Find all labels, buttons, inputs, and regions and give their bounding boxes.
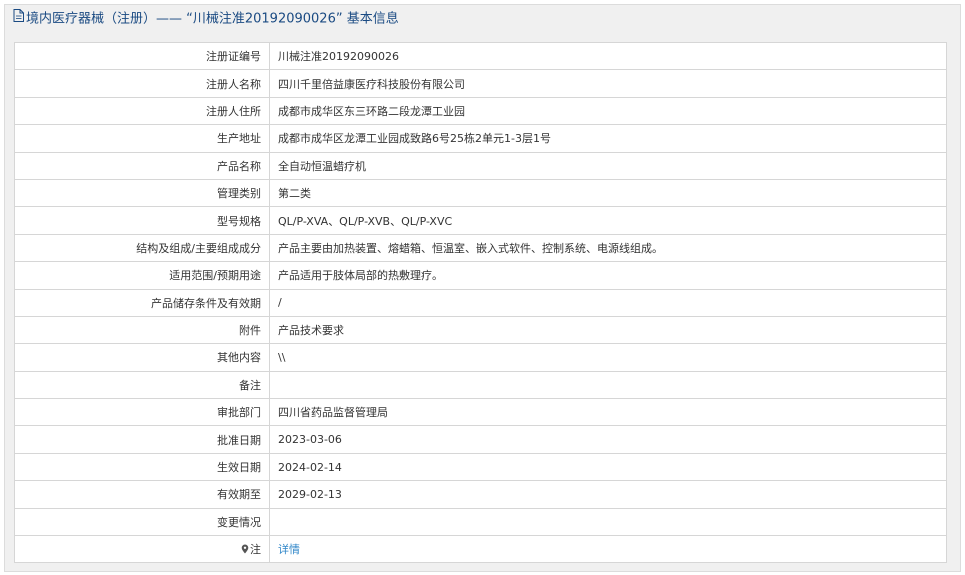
row-value: \\ [269,343,947,372]
row-label: 备注 [14,370,270,400]
row-label: 注册人名称 [14,69,270,98]
row-value: 2024-02-14 [269,452,947,482]
row-value: 成都市成华区东三环路二段龙潭工业园 [269,96,947,126]
detail-table: 注册证编号 川械注准20192090026 注册人名称 四川千里倍益康医疗科技股份有限… [14,41,947,564]
row-value: 第二类 [269,178,947,208]
row-label: 适用范围/预期用途 [14,261,270,290]
table-row: 其他内容 \\ [14,343,947,372]
detail-table-body: 注册证编号 川械注准20192090026 注册人名称 四川千里倍益康医疗科技股份有限… [14,41,947,537]
row-label: 产品储存条件及有效期 [14,288,270,317]
row-label: 结构及组成/主要组成成分 [14,233,270,263]
row-label: 注册证编号 [14,41,270,71]
note-label: 注 [250,543,261,557]
table-row: 型号规格 QL/P-XVA、QL/P-XVB、QL/P-XVC [14,206,947,235]
table-row: 生产地址 成都市成华区龙潭工业园成致路6号25栋2单元1-3层1号 [14,124,947,153]
table-row: 生效日期 2024-02-14 [14,452,947,482]
table-row: 附件 产品技术要求 [14,315,947,345]
info-panel: 境内医疗器械（注册）—— “川械注准20192090026” 基本信息 注册证编… [4,4,961,572]
table-row: 适用范围/预期用途 产品适用于肢体局部的热敷理疗。 [14,261,947,290]
table-row: 产品储存条件及有效期 / [14,288,947,317]
row-label: 管理类别 [14,178,270,208]
table-row: 注册人名称 四川千里倍益康医疗科技股份有限公司 [14,69,947,98]
row-value [269,370,947,400]
table-row: 注册人住所 成都市成华区东三环路二段龙潭工业园 [14,96,947,126]
row-value: 川械注准20192090026 [269,41,947,71]
table-row: 审批部门 四川省药品监督管理局 [14,398,947,427]
row-value: 四川千里倍益康医疗科技股份有限公司 [269,69,947,98]
row-label: 其他内容 [14,343,270,372]
row-label: 生效日期 [14,452,270,482]
table-row: 结构及组成/主要组成成分 产品主要由加热装置、熔蜡箱、恒温室、嵌入式软件、控制系统… [14,233,947,263]
table-row: 备注 [14,370,947,400]
row-value: 产品适用于肢体局部的热敷理疗。 [269,261,947,290]
row-label: 有效期至 [14,480,270,509]
row-value: 2029-02-13 [269,480,947,509]
table-row: 批准日期 2023-03-06 [14,425,947,454]
row-label: 产品名称 [14,151,270,180]
row-label: 批准日期 [14,425,270,454]
panel-header: 境内医疗器械（注册）—— “川械注准20192090026” 基本信息 [5,5,960,33]
row-value: 产品技术要求 [269,315,947,345]
table-row: 变更情况 [14,507,947,537]
row-label: 审批部门 [14,398,270,427]
row-value: / [269,288,947,317]
document-icon [13,5,24,33]
row-value-note: 详情 [269,535,947,564]
row-value: 2023-03-06 [269,425,947,454]
row-value: 四川省药品监督管理局 [269,398,947,427]
pin-icon [241,544,249,557]
table-row-note: 注 详情 [14,535,947,564]
row-label: 附件 [14,315,270,345]
table-row: 产品名称 全自动恒温蜡疗机 [14,151,947,180]
row-value: 全自动恒温蜡疗机 [269,151,947,180]
page-title: 境内医疗器械（注册）—— “川械注准20192090026” 基本信息 [26,11,399,27]
row-value [269,507,947,537]
row-label-note: 注 [14,535,270,564]
details-link[interactable]: 详情 [278,543,300,556]
table-row: 注册证编号 川械注准20192090026 [14,41,947,71]
row-value: 产品主要由加热装置、熔蜡箱、恒温室、嵌入式软件、控制系统、电源线组成。 [269,233,947,263]
table-row: 有效期至 2029-02-13 [14,480,947,509]
row-label: 注册人住所 [14,96,270,126]
row-value: QL/P-XVA、QL/P-XVB、QL/P-XVC [269,206,947,235]
detail-table-wrapper: 注册证编号 川械注准20192090026 注册人名称 四川千里倍益康医疗科技股份有限… [14,41,947,564]
note-row-group: 注 详情 [14,535,947,564]
row-value: 成都市成华区龙潭工业园成致路6号25栋2单元1-3层1号 [269,124,947,153]
row-label: 型号规格 [14,206,270,235]
row-label: 变更情况 [14,507,270,537]
row-label: 生产地址 [14,124,270,153]
table-row: 管理类别 第二类 [14,178,947,208]
